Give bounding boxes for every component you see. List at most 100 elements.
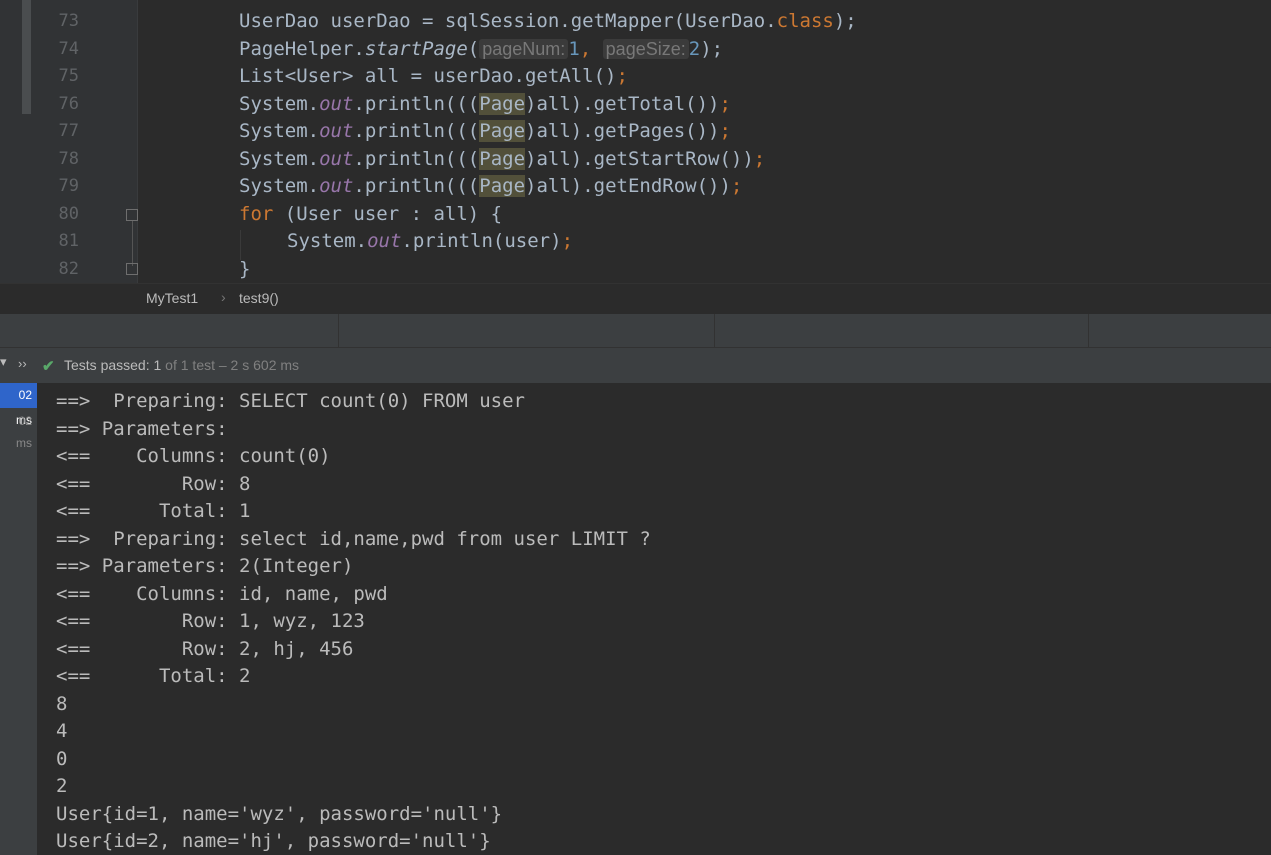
tests-passed-label: Tests passed: (64, 357, 154, 373)
code-text: )all).getEndRow()) (525, 175, 731, 197)
line-number: 77 (58, 121, 79, 141)
code-line-78[interactable]: System.out.println(((Page)all).getStartR… (239, 146, 765, 173)
code-text: System. (239, 120, 320, 142)
static-field: out (319, 148, 354, 170)
code-text: )all).getTotal()) (525, 93, 720, 115)
code-text: .println(user) (401, 230, 562, 252)
code-line-82[interactable]: } (239, 256, 250, 283)
code-text: UserDao userDao = sqlSession.getMapper(U… (239, 10, 777, 32)
console-line: <== Row: 1, wyz, 123 (56, 610, 365, 632)
console-line: 0 (56, 748, 68, 770)
code-text: .println((( (353, 93, 480, 115)
console-line: <== Columns: id, name, pwd (56, 583, 388, 605)
console-line: ==> Parameters: 2(Integer) (56, 555, 354, 577)
semicolon: ; (719, 93, 731, 115)
code-text: List<User> all = userDao.getAll() (239, 65, 617, 87)
tab-divider (714, 314, 715, 348)
static-field: out (319, 175, 354, 197)
line-number: 74 (58, 39, 79, 59)
test-status-bar: ▾ ›› ✔ Tests passed: 1 of 1 test – 2 s 6… (0, 347, 1271, 384)
code-line-73[interactable]: UserDao userDao = sqlSession.getMapper(U… (239, 8, 857, 35)
code-text: )all).getPages()) (525, 120, 720, 142)
line-number: 73 (58, 11, 79, 31)
code-text: System. (239, 175, 320, 197)
number-literal: 2 (688, 38, 701, 60)
test-tree-panel: 02 ms 02 ms (0, 383, 37, 855)
highlighted-type: Page (479, 175, 526, 197)
code-line-74[interactable]: PageHelper.startPage(pageNum: 1, pageSize… (239, 36, 723, 63)
keyword: for (239, 203, 274, 225)
console-output[interactable]: ==> Preparing: SELECT count(0) FROM user… (37, 383, 1271, 855)
console-line: 8 (56, 693, 68, 715)
param-hint-pagenum: pageNum: (479, 39, 569, 59)
expand-more-icon[interactable]: ›› (18, 356, 27, 371)
code-line-81[interactable]: System.out.println(user); (287, 228, 573, 255)
line-number: 80 (58, 204, 79, 224)
highlighted-type: Page (479, 93, 526, 115)
keyword: class (776, 10, 834, 32)
line-number-gutter: 73 74 75 76 77 78 79 80 81 82 (37, 0, 138, 283)
tab-divider (1088, 314, 1089, 348)
static-field: out (367, 230, 402, 252)
scrollbar-thumb[interactable] (22, 0, 31, 114)
tests-duration: of 1 test – 2 s 602 ms (161, 357, 300, 373)
console-line: 2 (56, 775, 68, 797)
static-field: out (319, 93, 354, 115)
code-text: .println((( (353, 120, 480, 142)
tool-window-tabbar (0, 313, 1271, 348)
console-line: <== Row: 2, hj, 456 (56, 638, 354, 660)
static-field: out (319, 120, 354, 142)
line-number: 79 (58, 176, 79, 196)
console-line: ==> Preparing: SELECT count(0) FROM user (56, 390, 525, 412)
console-line: <== Total: 1 (56, 500, 251, 522)
code-text: PageHelper. (239, 38, 365, 60)
line-number: 75 (58, 66, 79, 86)
semicolon: ; (616, 65, 628, 87)
line-number: 76 (58, 94, 79, 114)
highlighted-type: Page (479, 120, 526, 142)
console-line: 4 (56, 720, 68, 742)
code-line-79[interactable]: System.out.println(((Page)all).getEndRow… (239, 173, 742, 200)
chevron-right-icon: › (221, 289, 226, 305)
code-text: System. (239, 93, 320, 115)
static-method: startPage (364, 38, 468, 60)
code-text: } (239, 258, 251, 280)
editor-left-strip (0, 0, 37, 283)
test-tree-item[interactable]: 02 ms (0, 410, 37, 450)
code-text: (User user : all) { (273, 203, 503, 225)
semicolon: ; (719, 120, 731, 142)
tab-divider (338, 314, 339, 348)
highlighted-type: Page (479, 148, 526, 170)
code-text: )all).getStartRow()) (525, 148, 754, 170)
console-line: <== Total: 2 (56, 665, 251, 687)
console-line: User{id=2, name='hj', password='null'} (56, 830, 491, 852)
console-line: ==> Parameters: (56, 418, 240, 440)
code-line-77[interactable]: System.out.println(((Page)all).getPages(… (239, 118, 731, 145)
console-line: ==> Preparing: select id,name,pwd from u… (56, 528, 651, 550)
breadcrumb-method[interactable]: test9() (239, 290, 279, 306)
breadcrumb: MyTest1 › test9() (0, 283, 1271, 314)
code-text: System. (239, 148, 320, 170)
semicolon: ; (730, 175, 743, 197)
number-literal: 1 (568, 38, 580, 60)
semicolon: ; (561, 230, 574, 252)
code-line-75[interactable]: List<User> all = userDao.getAll(); (239, 63, 628, 90)
collapse-icon[interactable]: ▾ (0, 354, 7, 370)
fold-collapse-icon[interactable] (126, 209, 138, 221)
breadcrumb-class[interactable]: MyTest1 (146, 290, 198, 306)
semicolon: ; (753, 148, 766, 170)
console-line: <== Columns: count(0) (56, 445, 331, 467)
code-line-80[interactable]: for (User user : all) { (239, 201, 502, 228)
line-number: 82 (58, 259, 79, 279)
code-text: ); (700, 38, 724, 60)
param-hint-pagesize: pageSize: (602, 39, 689, 59)
code-editor[interactable]: 73 74 75 76 77 78 79 80 81 82 UserDao us… (0, 0, 1271, 283)
code-text: .println((( (353, 175, 480, 197)
fold-end-icon[interactable] (126, 263, 138, 275)
code-line-76[interactable]: System.out.println(((Page)all).getTotal(… (239, 91, 731, 118)
fold-guide-line (132, 221, 133, 266)
console-line: User{id=1, name='wyz', password='null'} (56, 803, 503, 825)
line-number: 78 (58, 149, 79, 169)
test-tree-item-selected[interactable]: 02 ms (0, 383, 37, 427)
check-icon: ✔ (42, 358, 55, 375)
